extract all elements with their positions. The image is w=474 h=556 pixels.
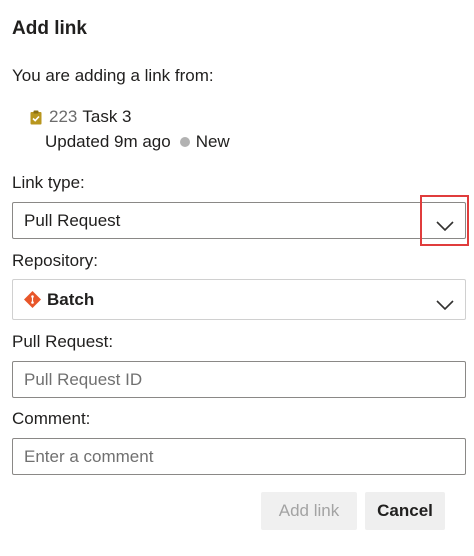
work-item-state: New (195, 132, 230, 151)
work-item-updated: Updated 9m ago (45, 132, 171, 151)
add-link-button[interactable]: Add link (261, 492, 357, 530)
pull-request-placeholder: Pull Request ID (24, 369, 143, 389)
repository-dropdown[interactable]: Batch (12, 279, 466, 320)
comment-label: Comment: (12, 409, 91, 428)
work-item-id: 223 (49, 107, 78, 126)
link-type-value: Pull Request (24, 210, 121, 230)
git-repo-icon (24, 291, 41, 308)
work-item-meta: Updated 9m ago New (45, 132, 230, 152)
cancel-button[interactable]: Cancel (365, 492, 445, 530)
work-item-reference[interactable]: 223 Task 3 (30, 107, 132, 127)
dialog-intro: You are adding a link from: (12, 66, 214, 85)
repository-label: Repository: (12, 251, 98, 270)
task-clipboard-icon (30, 110, 42, 125)
chevron-down-icon[interactable] (436, 295, 454, 310)
comment-placeholder: Enter a comment (24, 446, 154, 466)
link-type-dropdown[interactable]: Pull Request (12, 202, 466, 239)
state-dot-icon (179, 137, 190, 147)
repository-value: Batch (47, 289, 95, 309)
pull-request-id-input[interactable]: Pull Request ID (12, 361, 466, 398)
work-item-title: Task 3 (82, 107, 132, 126)
pull-request-label: Pull Request: (12, 332, 114, 351)
link-type-label: Link type: (12, 173, 85, 192)
chevron-down-icon[interactable] (436, 216, 454, 231)
dialog-title: Add link (12, 18, 87, 39)
comment-input[interactable]: Enter a comment (12, 438, 466, 475)
